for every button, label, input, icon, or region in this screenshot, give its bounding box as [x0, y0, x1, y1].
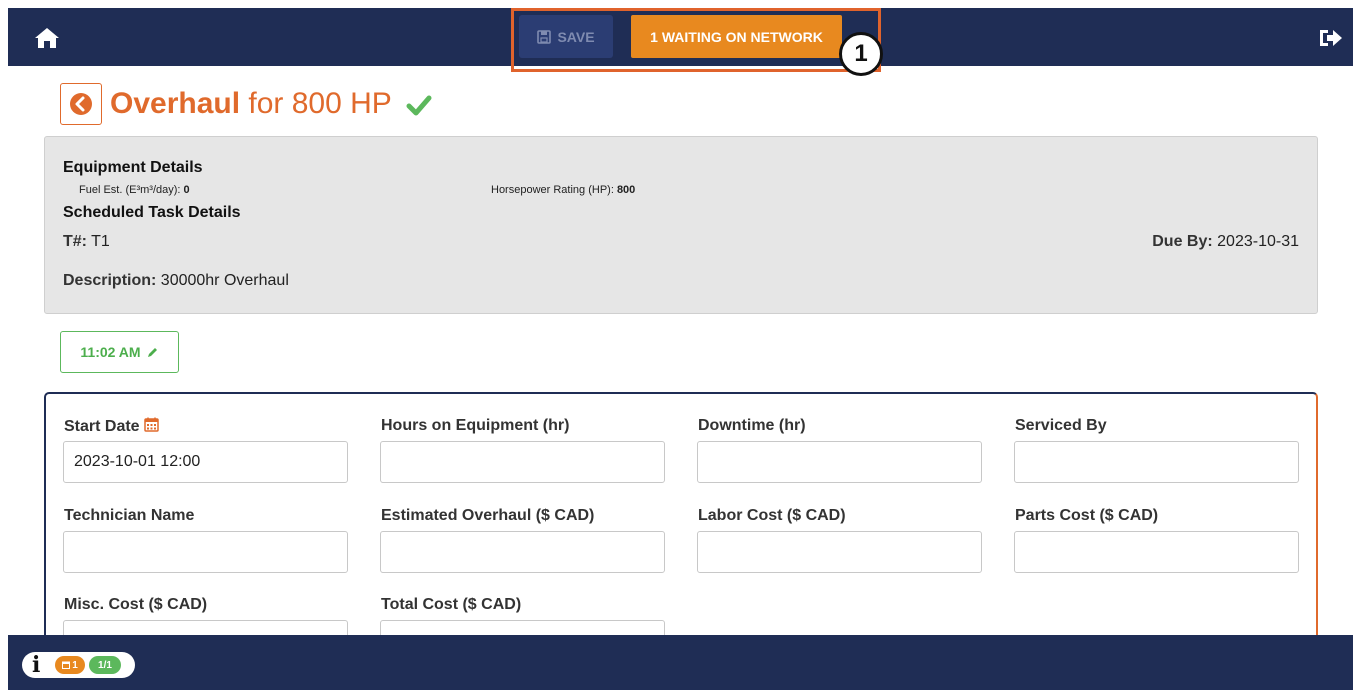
technician-name-input[interactable] — [63, 531, 348, 573]
page-title: Overhaul for 800 HP — [110, 84, 432, 124]
parts-cost-label: Parts Cost ($ CAD) — [1015, 507, 1159, 524]
back-button[interactable] — [60, 83, 102, 125]
hours-on-equipment-label: Hours on Equipment (hr) — [381, 417, 570, 434]
downtime-input[interactable] — [697, 441, 982, 483]
logout-button[interactable] — [1318, 26, 1344, 50]
pending-count: 1 — [72, 659, 78, 671]
parts-cost-input[interactable] — [1014, 531, 1299, 573]
top-navbar: SAVE 1 WAITING ON NETWORK — [8, 8, 1353, 66]
info-icon: i — [32, 652, 41, 678]
sync-badge: 1/1 — [89, 656, 121, 674]
estimated-overhaul-label: Estimated Overhaul ($ CAD) — [381, 507, 595, 524]
scheduled-task-heading: Scheduled Task Details — [63, 204, 241, 221]
serviced-by-label: Serviced By — [1015, 417, 1107, 434]
equipment-details-heading: Equipment Details — [63, 159, 203, 176]
bottom-status-bar: i 1 1/1 — [8, 635, 1353, 690]
estimated-overhaul-input[interactable] — [380, 531, 665, 573]
technician-name-label: Technician Name — [64, 507, 195, 524]
floppy-icon — [537, 29, 552, 44]
start-date-label-text: Start Date — [64, 418, 140, 435]
details-panel: Equipment Details Fuel Est. (E³m³/day): … — [44, 136, 1318, 314]
due-by-label: Due By: — [1152, 233, 1213, 250]
description-label: Description: — [63, 272, 157, 289]
fuel-estimate: Fuel Est. (E³m³/day): 0 — [79, 184, 190, 196]
task-number-label: T#: — [63, 233, 87, 250]
fuel-estimate-label: Fuel Est. (E³m³/day): — [79, 184, 184, 196]
home-icon — [35, 28, 59, 48]
due-by: Due By: 2023-10-31 — [1152, 233, 1299, 251]
description-value: 30000hr Overhaul — [156, 272, 289, 289]
start-date-label: Start Date — [64, 417, 159, 436]
misc-cost-label: Misc. Cost ($ CAD) — [64, 596, 208, 613]
time-edit-button[interactable]: 11:02 AM — [60, 331, 179, 373]
pencil-icon — [147, 348, 157, 357]
waiting-on-network-button[interactable]: 1 WAITING ON NETWORK — [631, 15, 842, 58]
task-description: Description: 30000hr Overhaul — [63, 272, 289, 290]
total-cost-label: Total Cost ($ CAD) — [381, 596, 522, 613]
calendar-icon[interactable] — [144, 417, 159, 432]
task-number-value: T1 — [87, 233, 110, 250]
due-by-value: 2023-10-31 — [1212, 233, 1299, 250]
home-button[interactable] — [34, 26, 60, 50]
calendar-small-icon — [62, 661, 71, 669]
save-button[interactable]: SAVE — [519, 15, 613, 58]
labor-cost-input[interactable] — [697, 531, 982, 573]
page-title-bold: Overhaul — [110, 87, 241, 120]
chevron-left-icon — [70, 93, 92, 115]
task-number: T#: T1 — [63, 233, 110, 251]
check-icon — [406, 95, 432, 116]
hours-on-equipment-input[interactable] — [380, 441, 665, 483]
status-pill[interactable]: i 1 1/1 — [22, 652, 135, 678]
horsepower-rating: Horsepower Rating (HP): 800 — [491, 184, 635, 196]
downtime-label: Downtime (hr) — [698, 417, 806, 434]
fuel-estimate-value: 0 — [183, 184, 190, 196]
annotation-step-badge: 1 — [839, 32, 883, 76]
page-title-rest: for 800 HP — [240, 87, 392, 120]
waiting-label: 1 WAITING ON NETWORK — [650, 28, 823, 45]
labor-cost-label: Labor Cost ($ CAD) — [698, 507, 846, 524]
horsepower-label: Horsepower Rating (HP): — [491, 184, 617, 196]
save-label: SAVE — [557, 28, 595, 45]
horsepower-value: 800 — [616, 184, 636, 196]
serviced-by-input[interactable] — [1014, 441, 1299, 483]
pending-badge: 1 — [55, 656, 85, 674]
time-label: 11:02 AM — [80, 344, 141, 360]
start-date-input[interactable] — [63, 441, 348, 483]
logout-icon — [1320, 30, 1342, 46]
